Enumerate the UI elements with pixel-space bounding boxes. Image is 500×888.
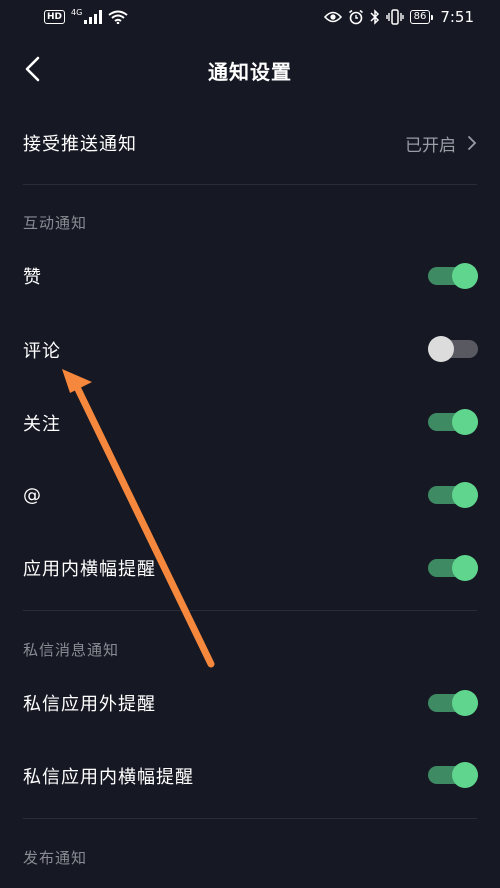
chevron-right-icon: [468, 136, 477, 150]
setting-row-follow: 关注: [0, 405, 500, 441]
status-bar: HD 4G 86 7:51: [0, 0, 500, 34]
setting-row-mention: @: [0, 477, 500, 513]
divider: [23, 818, 477, 819]
setting-label: 关注: [23, 414, 61, 435]
status-right: 86 7:51: [323, 8, 474, 26]
status-time: 7:51: [440, 8, 474, 26]
toggle-comment[interactable]: [428, 336, 478, 362]
push-notification-value: 已开启: [405, 135, 456, 156]
divider: [23, 610, 477, 611]
setting-label: 私信应用外提醒: [23, 694, 156, 715]
signal-icon: [84, 10, 103, 24]
setting-row-dm-in-app-banner: 私信应用内横幅提醒: [0, 758, 500, 794]
setting-label: 私信应用内横幅提醒: [23, 767, 194, 788]
alarm-icon: [348, 9, 363, 25]
section-title-publish: 发布通知: [23, 849, 88, 867]
setting-label: 赞: [23, 267, 42, 288]
push-notification-status: 已开启: [405, 131, 478, 156]
setting-row-in-app-banner: 应用内横幅提醒: [0, 550, 500, 586]
toggle-in-app-banner[interactable]: [428, 555, 478, 581]
setting-row-dm-outside-app: 私信应用外提醒: [0, 685, 500, 721]
setting-label: 应用内横幅提醒: [23, 559, 156, 580]
push-notification-row[interactable]: 接受推送通知 已开启: [0, 120, 500, 166]
divider: [23, 184, 477, 185]
page-title: 通知设置: [208, 60, 292, 84]
network-type: 4G: [71, 7, 83, 17]
section-title-messages: 私信消息通知: [23, 641, 120, 659]
toggle-like[interactable]: [428, 263, 478, 289]
section-title-interaction: 互动通知: [23, 214, 88, 232]
bluetooth-icon: [370, 9, 379, 25]
eye-icon: [323, 11, 342, 23]
vibrate-icon: [385, 9, 404, 25]
setting-row-comment: 评论: [0, 332, 500, 368]
toggle-dm-in-app-banner[interactable]: [428, 762, 478, 788]
toggle-mention[interactable]: [428, 482, 478, 508]
wifi-icon: [108, 10, 128, 24]
toggle-dm-outside-app[interactable]: [428, 690, 478, 716]
setting-row-like: 赞: [0, 258, 500, 294]
header: 通知设置: [0, 40, 500, 100]
setting-label: @: [23, 484, 42, 506]
battery-indicator: 86: [409, 10, 434, 24]
hd-badge: HD: [44, 10, 66, 24]
push-notification-label: 接受推送通知: [23, 134, 137, 155]
status-left: HD 4G: [44, 7, 128, 24]
setting-label: 评论: [23, 341, 61, 362]
toggle-follow[interactable]: [428, 409, 478, 435]
